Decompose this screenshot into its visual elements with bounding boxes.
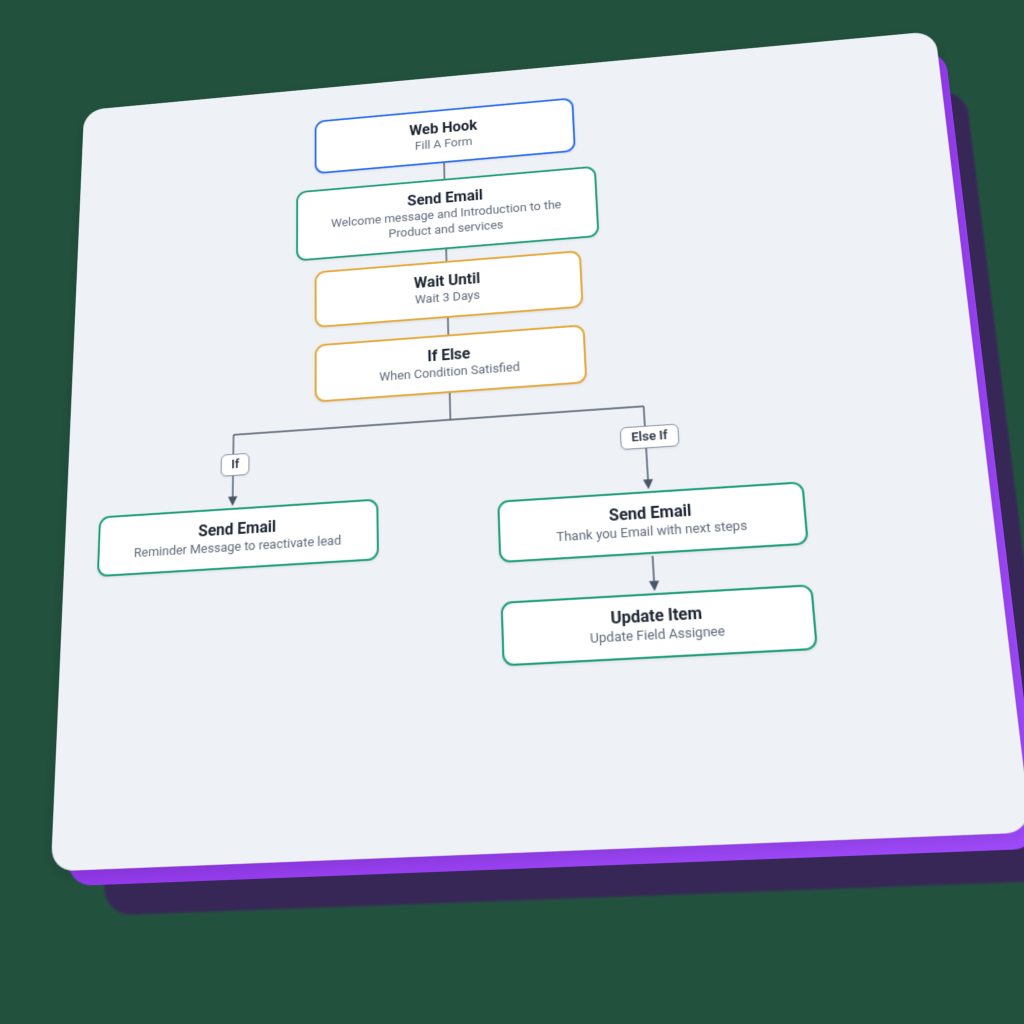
- node-webhook[interactable]: Web Hook Fill A Form: [315, 97, 576, 174]
- node-send-email-reminder[interactable]: Send Email Reminder Message to reactivat…: [97, 499, 379, 578]
- connector-layer: [51, 31, 1024, 871]
- node-if-else[interactable]: If Else When Condition Satisfied: [315, 324, 588, 402]
- branch-tag-if[interactable]: If: [221, 453, 250, 477]
- node-subtitle: Thank you Email with next steps: [514, 516, 790, 550]
- node-title: Update Item: [517, 598, 798, 634]
- node-wait-until[interactable]: Wait Until Wait 3 Days: [315, 250, 584, 328]
- node-title: Send Email: [514, 494, 790, 530]
- diagram-stage: Web Hook Fill A Form Send Email Welcome …: [0, 0, 1024, 1024]
- node-send-email-thankyou[interactable]: Send Email Thank you Email with next ste…: [497, 481, 809, 563]
- node-update-item[interactable]: Update Item Update Field Assignee: [501, 584, 818, 666]
- flow-canvas: Web Hook Fill A Form Send Email Welcome …: [51, 31, 1024, 871]
- flow-panel: Web Hook Fill A Form Send Email Welcome …: [51, 31, 1024, 871]
- node-subtitle: Update Field Assignee: [518, 620, 800, 653]
- node-send-email-welcome[interactable]: Send Email Welcome message and Introduct…: [296, 166, 599, 262]
- branch-tag-else-if[interactable]: Else If: [620, 424, 680, 451]
- tilted-slab: Web Hook Fill A Form Send Email Welcome …: [51, 31, 1024, 871]
